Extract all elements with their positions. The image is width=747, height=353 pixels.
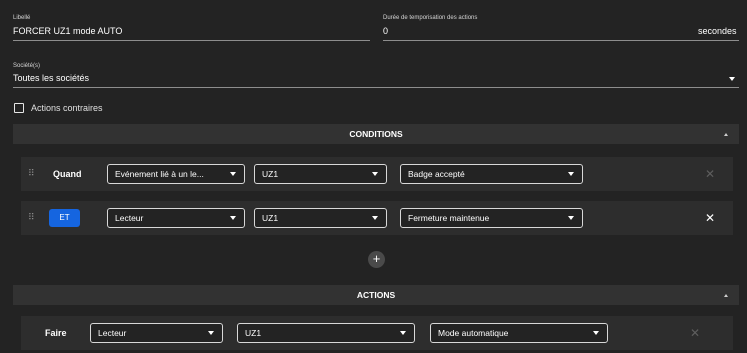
chevron-down-icon [593,331,599,335]
select-value: UZ1 [262,213,279,223]
libelle-input[interactable]: FORCER UZ1 mode AUTO [13,26,122,36]
select-value: Mode automatique [438,328,509,338]
condition-1-type-select[interactable]: Evénement lié à un le... [107,164,245,184]
chevron-down-icon [372,216,378,220]
condition-operator-et-button[interactable]: ET [49,209,80,227]
societes-select[interactable]: Toutes les sociétés [13,73,89,83]
action-1-zone-select[interactable]: UZ1 [237,323,415,343]
condition-keyword-quand: Quand [53,169,82,179]
conditions-title: CONDITIONS [349,129,403,139]
actions-section-header[interactable]: ACTIONS [13,285,739,305]
duree-label: Durée de temporisation des actions [383,15,478,21]
select-value: Evénement lié à un le... [115,169,204,179]
condition-2-zone-select[interactable]: UZ1 [254,208,387,228]
select-value: UZ1 [262,169,279,179]
conditions-collapse-icon[interactable] [724,133,728,136]
select-value: Lecteur [98,328,127,338]
chevron-down-icon [208,331,214,335]
societes-underline [13,87,739,88]
chevron-down-icon [400,331,406,335]
condition-2-event-select[interactable]: Fermeture maintenue [400,208,583,228]
actions-contraires-label: Actions contraires [31,103,103,113]
action-1-remove-close-icon[interactable]: ✕ [690,327,700,339]
condition-1-event-select[interactable]: Badge accepté [400,164,583,184]
chevron-down-icon [568,216,574,220]
conditions-section-header[interactable]: CONDITIONS [13,124,739,144]
duree-input[interactable]: 0 [383,26,388,36]
drag-handle-icon[interactable]: ⠿ [28,213,35,222]
condition-2-type-select[interactable]: Lecteur [107,208,245,228]
action-1-type-select[interactable]: Lecteur [90,323,223,343]
chevron-down-icon [230,172,236,176]
actions-contraires-checkbox[interactable] [14,103,24,113]
select-value: Badge accepté [408,169,465,179]
duree-underline [383,40,739,41]
duree-suffix: secondes [698,26,737,36]
action-row-1: Faire Lecteur UZ1 Mode automatique ✕ [21,316,733,350]
action-keyword-faire: Faire [45,328,67,338]
chevron-down-icon [230,216,236,220]
add-condition-button[interactable]: + [368,251,385,268]
action-1-mode-select[interactable]: Mode automatique [430,323,608,343]
chevron-down-icon [372,172,378,176]
condition-1-zone-select[interactable]: UZ1 [254,164,387,184]
condition-row-2: ⠿ ET Lecteur UZ1 Fermeture maintenue ✕ [21,201,733,235]
condition-1-remove-close-icon[interactable]: ✕ [705,168,715,180]
societes-label: Société(s) [13,63,41,69]
select-value: UZ1 [245,328,262,338]
societes-chevron-down-icon[interactable] [729,77,735,81]
condition-row-1: ⠿ Quand Evénement lié à un le... UZ1 Bad… [21,157,733,191]
actions-title: ACTIONS [356,290,396,300]
libelle-label: Libellé [13,15,31,21]
libelle-underline [13,40,370,41]
chevron-down-icon [568,172,574,176]
select-value: Lecteur [115,213,144,223]
actions-collapse-icon[interactable] [724,294,728,297]
drag-handle-icon[interactable]: ⠿ [28,169,35,178]
condition-2-remove-close-icon[interactable]: ✕ [705,212,715,224]
select-value: Fermeture maintenue [408,213,490,223]
